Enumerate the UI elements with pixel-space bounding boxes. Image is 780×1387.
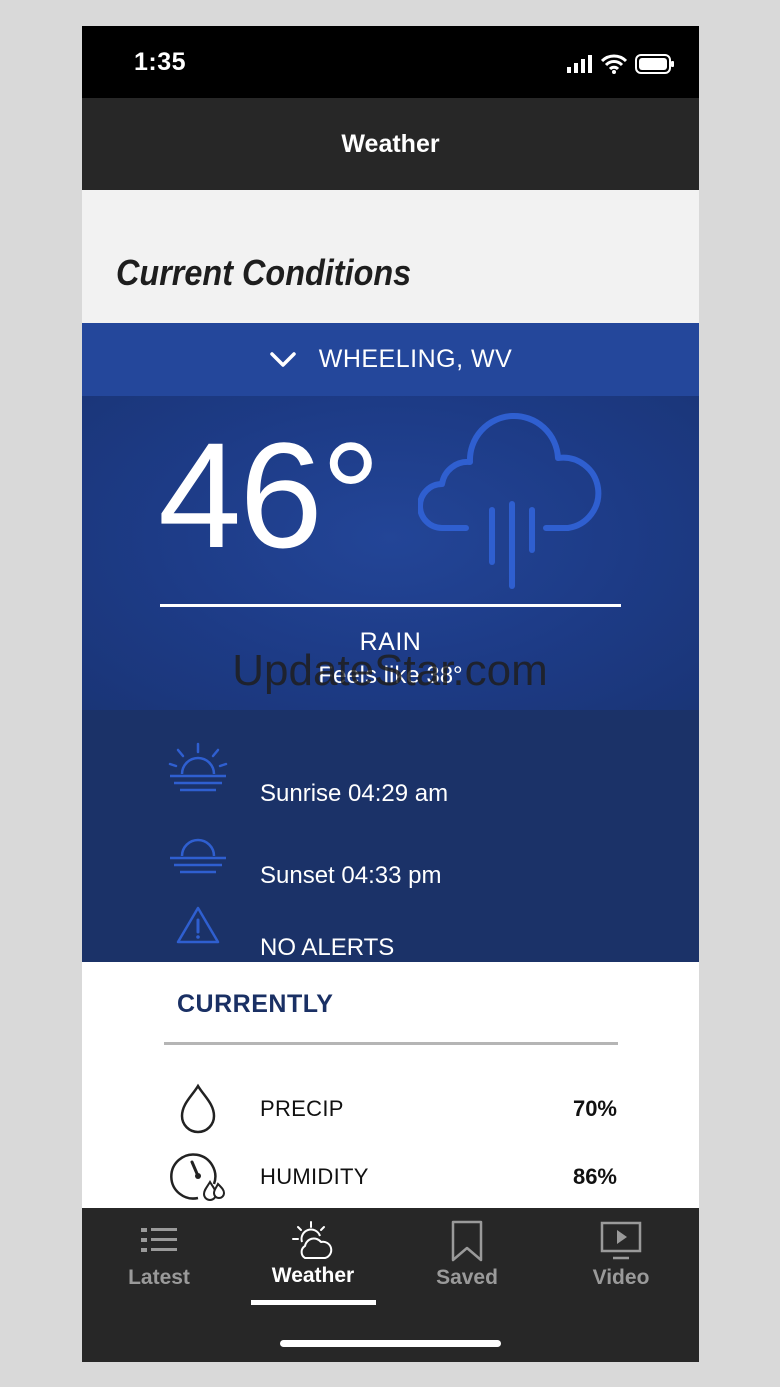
temperature: 46° (158, 411, 381, 579)
phone-screen: 1:35 Weather Current Conditions WHEELING… (82, 26, 699, 1362)
chevron-down-icon (269, 351, 296, 367)
droplet-icon (180, 1083, 216, 1134)
tab-saved-label: Saved (436, 1266, 498, 1289)
status-time: 1:35 (134, 48, 187, 76)
sunrise-row: Sunrise 04:29 am (82, 740, 699, 807)
tab-weather-label: Weather (271, 1264, 355, 1287)
bookmark-icon (451, 1220, 483, 1262)
home-indicator[interactable] (280, 1340, 501, 1347)
metric-row-precip: PRECIP 70% (82, 1080, 699, 1140)
current-weather-hero: 46° RAIN Feels like 38° (82, 396, 699, 710)
condition-text: RAIN (359, 628, 422, 656)
tab-video[interactable]: Video (544, 1208, 698, 1308)
currently-section: CURRENTLY PRECIP 70% HUMIDITY 86% (82, 962, 699, 1236)
sunrise-icon (168, 742, 228, 792)
status-bar: 1:35 (82, 26, 699, 98)
wifi-icon (601, 54, 627, 74)
location-selector[interactable]: WHEELING, WV (82, 323, 699, 396)
cellular-signal-icon (567, 55, 592, 73)
alerts-row[interactable]: NO ALERTS (82, 894, 699, 961)
sunset-icon (170, 838, 226, 874)
humidity-label: HUMIDITY (260, 1164, 369, 1189)
precip-value: 70% (572, 1096, 617, 1121)
app-header: Weather (82, 98, 699, 190)
section-title: Current Conditions (116, 252, 412, 293)
app-header-title: Weather (341, 129, 440, 158)
location-name: WHEELING, WV (318, 345, 513, 373)
rain-cloud-icon (418, 413, 602, 589)
video-icon (600, 1221, 642, 1260)
currently-divider (164, 1042, 618, 1045)
feels-like-text: Feels like 38° (318, 662, 463, 689)
tab-latest-label: Latest (128, 1266, 190, 1289)
sunrise-text: Sunrise 04:29 am (260, 780, 449, 807)
tab-weather[interactable]: Weather (236, 1208, 390, 1308)
list-icon (141, 1228, 177, 1252)
sunset-text: Sunset 04:33 pm (260, 862, 442, 889)
section-header: Current Conditions (82, 190, 699, 323)
humidity-gauge-icon (170, 1153, 226, 1201)
tab-bar: Latest Weather Saved Video (82, 1208, 699, 1362)
sun-cloud-icon (292, 1221, 333, 1259)
tab-latest[interactable]: Latest (82, 1208, 236, 1308)
tab-saved[interactable]: Saved (390, 1208, 544, 1308)
sun-alert-panel: Sunrise 04:29 am Sunset 04:33 pm NO ALER… (82, 710, 699, 962)
sunset-row: Sunset 04:33 pm (82, 822, 699, 889)
metric-row-humidity: HUMIDITY 86% (82, 1148, 699, 1208)
currently-title: CURRENTLY (177, 990, 334, 1018)
status-icons (567, 52, 675, 76)
humidity-value: 86% (572, 1164, 617, 1189)
tab-video-label: Video (592, 1266, 650, 1289)
active-tab-indicator (251, 1300, 376, 1305)
hero-divider (160, 604, 621, 607)
precip-label: PRECIP (260, 1096, 344, 1121)
battery-icon (635, 54, 674, 74)
alerts-text: NO ALERTS (260, 934, 395, 961)
alert-icon (176, 906, 220, 944)
